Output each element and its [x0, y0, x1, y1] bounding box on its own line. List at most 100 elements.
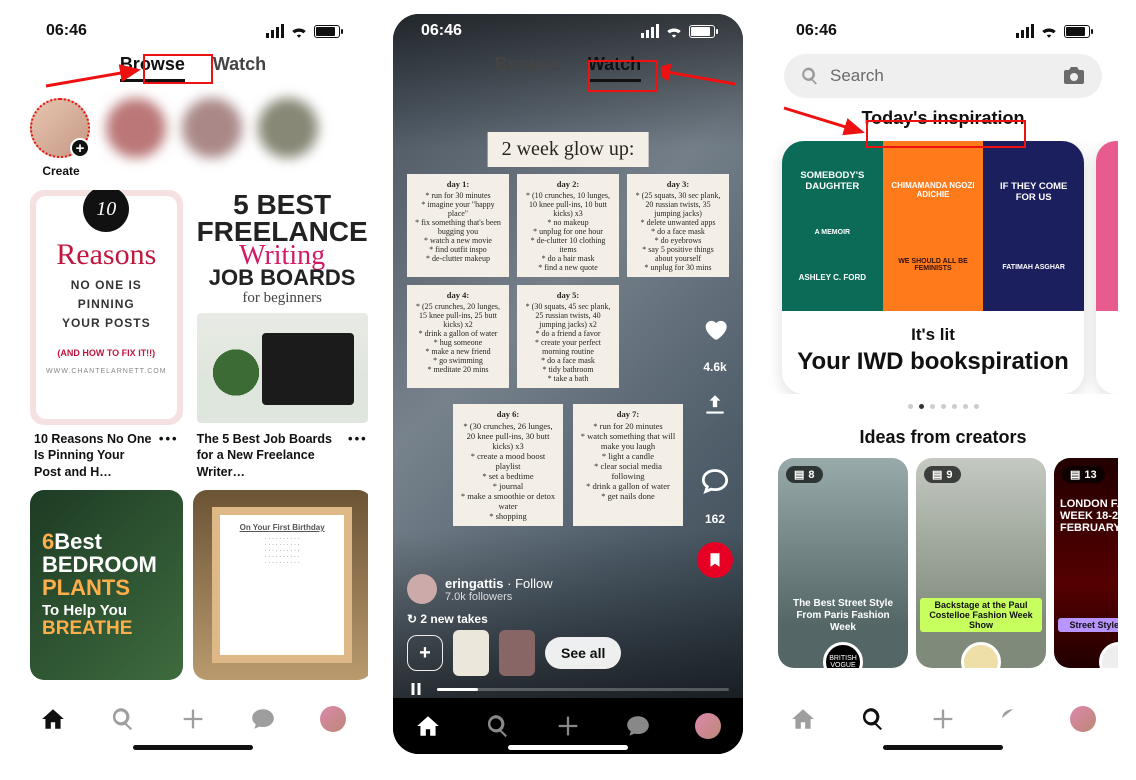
status-time: 06:46 [796, 22, 837, 40]
avatar[interactable]: + [30, 98, 90, 158]
nav-add-icon[interactable] [179, 705, 207, 733]
bottom-nav [18, 684, 368, 754]
inspiration-card[interactable]: SOMEBODY'S DAUGHTER A MEMOIR ASHLEY C. F… [782, 141, 1084, 394]
top-tabs: Browse Watch [18, 48, 368, 92]
bottom-nav [768, 684, 1118, 754]
camera-icon[interactable] [1062, 64, 1086, 88]
follower-count: 7.0k followers [445, 591, 553, 603]
nav-chat-icon[interactable] [999, 705, 1027, 733]
status-bar: 06:46 [18, 14, 368, 48]
creator-avatar[interactable] [407, 574, 437, 604]
carousel-dots[interactable] [768, 404, 1118, 409]
nav-profile-avatar[interactable] [694, 712, 722, 740]
nav-search-icon[interactable] [859, 705, 887, 733]
search-icon [800, 66, 820, 86]
inspiration-carousel[interactable]: SOMEBODY'S DAUGHTER A MEMOIR ASHLEY C. F… [768, 141, 1118, 394]
nav-search-icon[interactable] [109, 705, 137, 733]
nav-add-icon[interactable] [554, 712, 582, 740]
nav-profile-avatar[interactable] [1069, 705, 1097, 733]
wifi-icon [665, 24, 683, 38]
story-item[interactable] [106, 98, 168, 178]
tab-watch[interactable]: Watch [213, 54, 266, 82]
nav-home-icon[interactable] [39, 705, 67, 733]
plus-icon[interactable]: + [70, 138, 90, 158]
side-actions: 4.6k 4.6k 162 [697, 314, 733, 578]
cell-signal-icon [641, 24, 659, 38]
creator-avatar[interactable] [961, 642, 1001, 668]
tab-watch[interactable]: Watch [588, 54, 641, 82]
progress-bar[interactable] [437, 688, 729, 691]
screen-watch: 06:46 Browse Watch 2 week glow up: day 1… [393, 14, 743, 754]
story-item[interactable] [258, 98, 320, 178]
nav-home-icon[interactable] [789, 705, 817, 733]
save-button[interactable] [697, 542, 733, 578]
idea-label: Backstage at the Paul Costelloe Fashion … [920, 598, 1042, 632]
takes-row: + See all [407, 630, 621, 676]
story-item[interactable] [182, 98, 244, 178]
idea-card[interactable]: ▤ 8 The Best Street Style From Paris Fas… [778, 458, 908, 668]
comment-count: 162 [705, 512, 725, 526]
badge: 10 [83, 190, 129, 232]
status-bar: 06:46 [768, 14, 1118, 48]
stories-row[interactable]: + Create [18, 92, 368, 178]
note-card: day 3:* (25 squats, 30 sec plank, 20 rus… [627, 174, 729, 277]
more-icon[interactable]: ••• [159, 431, 179, 448]
share-icon[interactable] [700, 390, 730, 420]
home-indicator [883, 745, 1003, 750]
battery-icon [689, 25, 715, 38]
tab-browse[interactable]: Browse [495, 54, 560, 82]
status-icons [1016, 24, 1090, 38]
notes-grid-2: day 6:* (30 crunches, 26 lunges, 20 knee… [453, 404, 683, 526]
nav-search-icon[interactable] [484, 712, 512, 740]
video-title: 2 week glow up: [488, 132, 649, 167]
status-time: 06:46 [46, 22, 87, 40]
nav-add-icon[interactable] [929, 705, 957, 733]
card-subtitle: It's lit [790, 325, 1076, 345]
inspiration-card[interactable] [1096, 141, 1118, 394]
nav-chat-icon[interactable] [249, 705, 277, 733]
tab-browse[interactable]: Browse [120, 54, 185, 82]
search-bar[interactable]: Search [784, 54, 1102, 98]
note-card: day 1:* run for 30 minutes * imagine you… [407, 174, 509, 277]
notes-grid: day 1:* run for 30 minutes * imagine you… [407, 174, 729, 388]
add-take-button[interactable]: + [407, 635, 443, 671]
idea-label: The Best Street Style From Paris Fashion… [784, 598, 902, 634]
pin-grid: 10 Reasons NO ONE ISPINNINGYOUR POSTS (A… [18, 178, 368, 680]
nav-home-icon[interactable] [414, 712, 442, 740]
idea-card[interactable]: ▤ 9 Backstage at the Paul Costelloe Fash… [916, 458, 1046, 668]
like-icon[interactable] [700, 314, 730, 344]
section-title: Ideas from creators [768, 427, 1118, 448]
takes-label[interactable]: ↻ 2 new takes [407, 612, 488, 626]
battery-icon [314, 25, 340, 38]
creator-avatar[interactable]: BRITISH VOGUE [823, 642, 863, 668]
creator-row[interactable]: eringattis · Follow 7.0k followers [407, 574, 553, 604]
note-card: day 5:* (30 squats, 45 sec plank, 25 rus… [517, 285, 619, 388]
wifi-icon [290, 24, 308, 38]
create-story[interactable]: + Create [30, 98, 92, 178]
screen-search: 06:46 Search Today's inspiration SOMEBOD… [768, 14, 1118, 754]
creator-avatar[interactable] [1099, 642, 1118, 668]
idea-card[interactable]: ▤ 13 LONDON FASHION WEEK 18-22 FEBRUARY … [1054, 458, 1118, 668]
status-icons [266, 24, 340, 38]
creator-name[interactable]: eringattis [445, 576, 504, 591]
pin-item[interactable]: On Your First Birthday · · · · · · · · ·… [193, 490, 368, 680]
nav-profile-avatar[interactable] [319, 705, 347, 733]
pin-item[interactable]: 10 Reasons NO ONE ISPINNINGYOUR POSTS (A… [30, 190, 183, 480]
pause-icon[interactable] [407, 680, 425, 698]
playback-row [407, 680, 729, 698]
comment-icon[interactable] [700, 466, 730, 496]
idea-label: Street Style from #LFW [1058, 618, 1118, 632]
pin-item[interactable]: 5 BEST FREELANCE Writing JOB BOARDS for … [193, 190, 368, 480]
see-all-button[interactable]: See all [545, 637, 621, 669]
ideas-row[interactable]: ▤ 8 The Best Street Style From Paris Fas… [768, 458, 1118, 668]
take-thumb[interactable] [499, 630, 535, 676]
status-bar: 06:46 [393, 14, 743, 48]
search-placeholder: Search [830, 66, 884, 86]
follow-button[interactable]: Follow [515, 576, 553, 591]
take-thumb[interactable] [453, 630, 489, 676]
nav-chat-icon[interactable] [624, 712, 652, 740]
more-icon[interactable]: ••• [348, 431, 368, 448]
pin-item[interactable]: 6Best BEDROOM PLANTS To Help You BREATHE [30, 490, 183, 680]
page-count-chip: ▤ 9 [924, 466, 961, 483]
note-card: day 2:* (10 crunches, 10 lunges, 10 knee… [517, 174, 619, 277]
